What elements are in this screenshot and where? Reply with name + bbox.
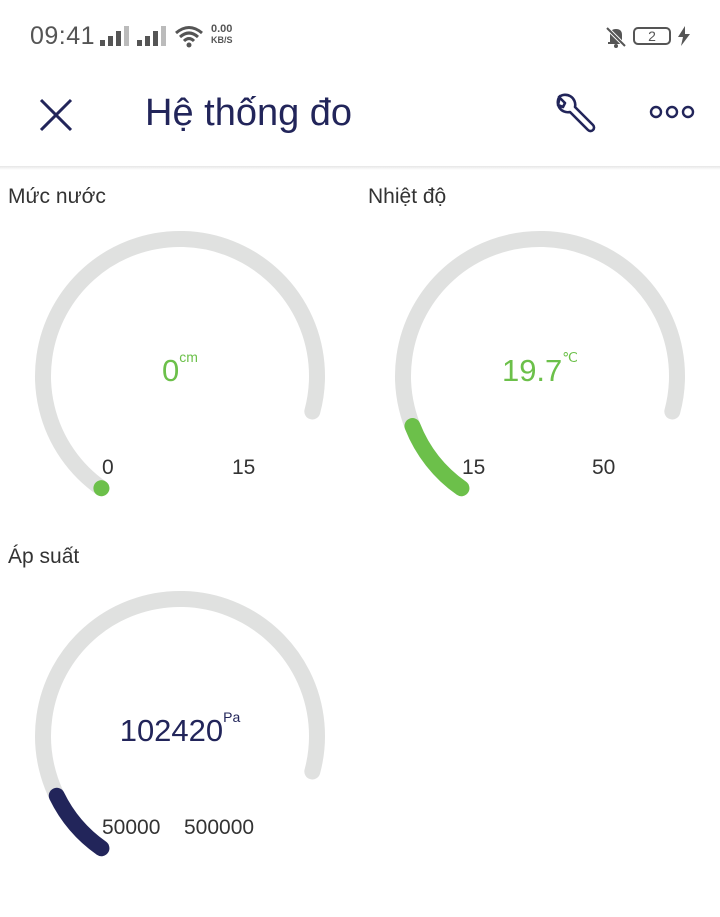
gauge-fill <box>404 418 470 497</box>
gauge-min-label: 50000 <box>102 816 161 839</box>
wrench-icon[interactable] <box>552 90 600 138</box>
signal-icon <box>100 26 129 46</box>
close-icon[interactable] <box>34 93 78 137</box>
gauge-value-number: 19.7 <box>501 353 563 388</box>
charging-icon <box>678 26 690 46</box>
signal-icon-2 <box>137 26 166 46</box>
gauge-value: 102420Pa <box>30 709 330 749</box>
gauge-water-level[interactable]: 0cm 0 15 <box>30 226 330 526</box>
gauge-fill <box>48 787 110 857</box>
net-speed: 0.00 KB/S <box>211 24 241 46</box>
battery-icon: 2 <box>633 27 671 45</box>
bell-off-icon <box>605 26 627 48</box>
net-speed-unit: KB/S <box>211 35 233 45</box>
gauge-min-label: 0 <box>102 456 114 479</box>
gauge-max-label: 15 <box>232 456 256 479</box>
label-pressure: Áp suất <box>8 545 80 568</box>
app-bar-shadow <box>0 166 720 170</box>
gauge-value-unit: cm <box>179 348 198 365</box>
gauge-value: 19.7℃ <box>390 349 690 389</box>
page-title: Hệ thống đo <box>145 92 353 134</box>
status-bar: 09:41 0.00 KB/S 2 <box>0 0 720 72</box>
gauge-max-label: 50 <box>592 456 616 479</box>
label-temperature: Nhiệt độ <box>368 185 447 208</box>
gauge-value-unit: Pa <box>223 708 241 725</box>
gauge-min-label: 15 <box>462 456 486 479</box>
gauge-pressure[interactable]: 102420Pa 50000 500000 <box>30 586 330 886</box>
gauge-value-number: 102420 <box>119 713 224 748</box>
status-time: 09:41 <box>30 22 96 50</box>
gauge-value-number: 0 <box>162 353 180 388</box>
label-water-level: Mức nước <box>8 185 106 208</box>
gauge-value: 0cm <box>30 349 330 389</box>
gauge-max-label: 500000 <box>184 816 255 839</box>
gauge-value-unit: ℃ <box>562 348 579 365</box>
battery-level: 2 <box>648 28 656 44</box>
app-bar: Hệ thống đo <box>0 72 720 168</box>
gauge-temperature[interactable]: 19.7℃ 15 50 <box>390 226 690 526</box>
net-speed-value: 0.00 <box>211 23 233 35</box>
wifi-icon <box>175 26 203 48</box>
more-icon[interactable] <box>648 100 696 124</box>
